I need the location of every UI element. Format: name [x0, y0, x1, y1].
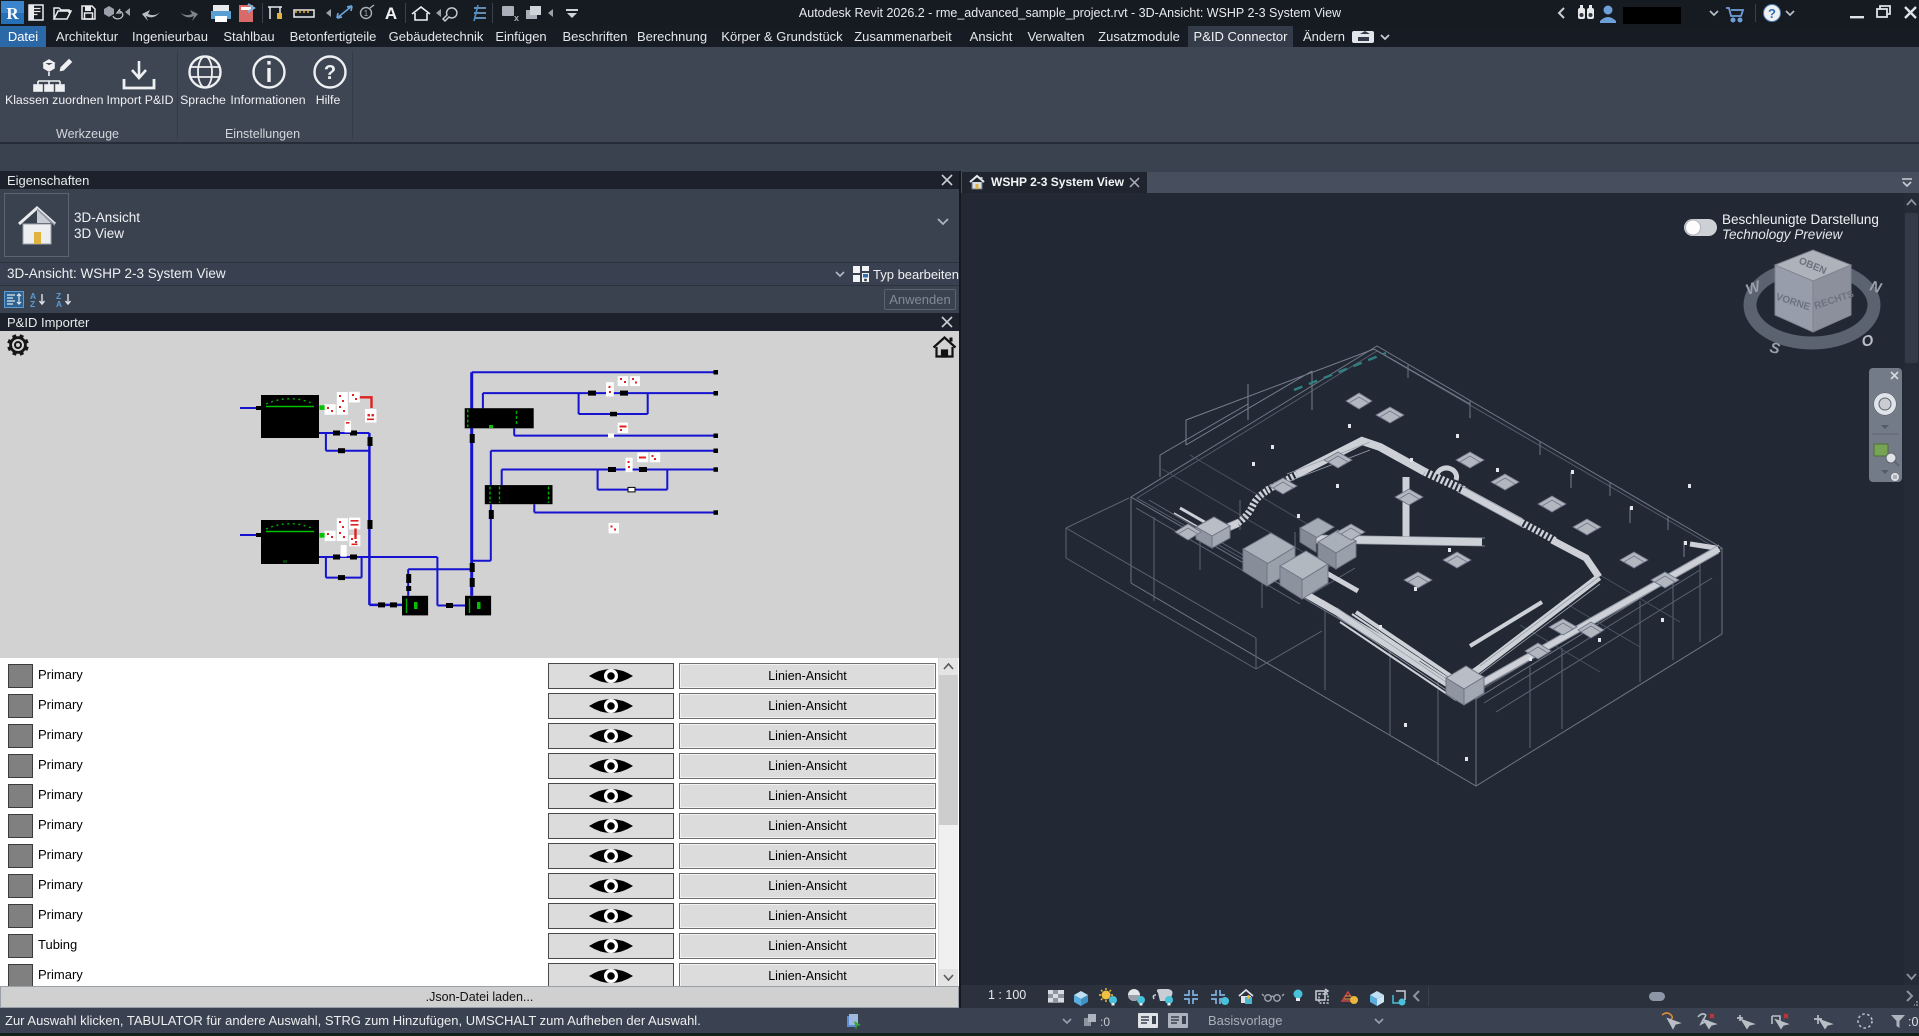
svg-text:N: N — [1868, 278, 1885, 298]
svg-text:O: O — [1860, 331, 1876, 350]
svg-text:S: S — [1768, 339, 1781, 358]
svg-text::0: :0 — [1100, 1015, 1110, 1029]
svg-text::0: :0 — [1908, 1015, 1918, 1029]
svg-text:A: A — [56, 299, 62, 308]
svg-text:Z: Z — [30, 299, 35, 308]
svg-text:Technology Preview: Technology Preview — [1722, 227, 1844, 242]
svg-text:?: ? — [1768, 6, 1776, 21]
svg-text:Beschleunigte Darstellung: Beschleunigte Darstellung — [1722, 212, 1879, 227]
svg-text:R: R — [6, 4, 19, 23]
svg-text:?: ? — [324, 62, 336, 84]
